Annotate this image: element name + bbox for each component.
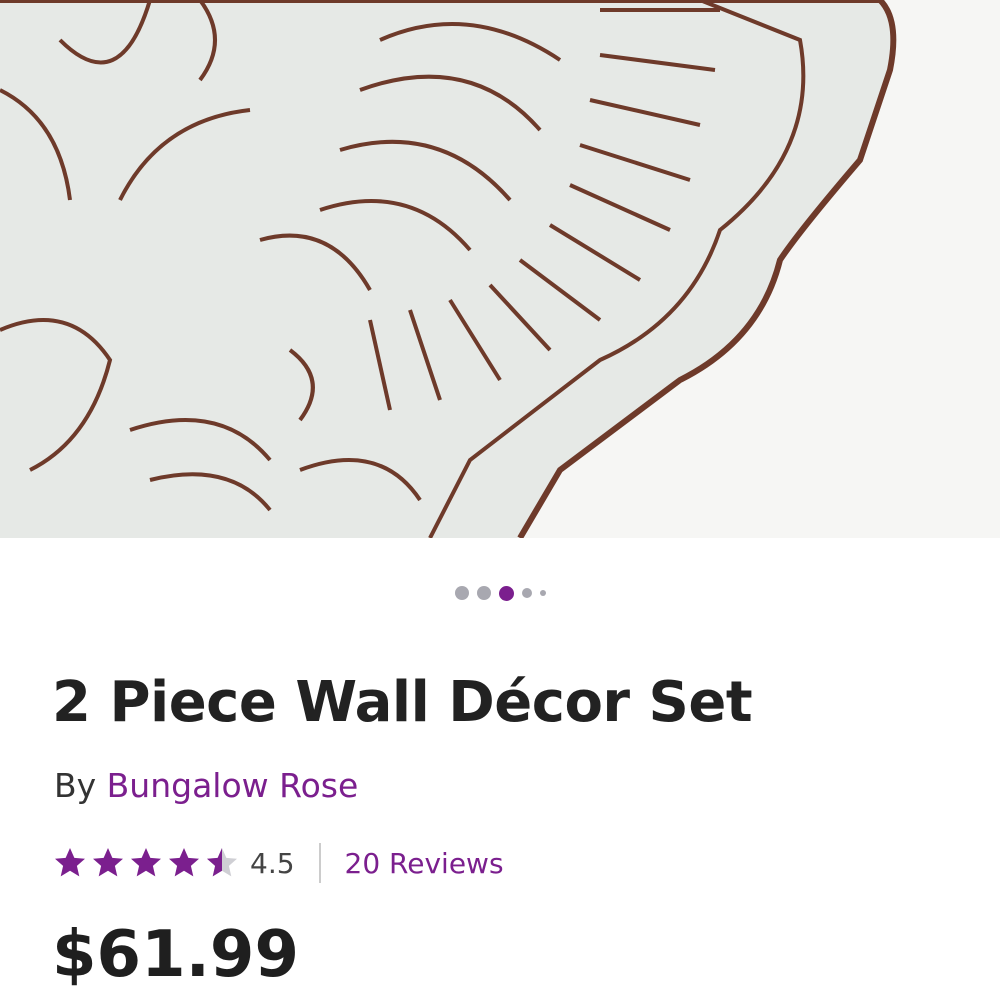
carousel-dot[interactable] — [521, 588, 532, 598]
rating-divider — [318, 843, 321, 883]
star-icon — [55, 848, 85, 877]
reviews-link[interactable]: 20 Reviews — [345, 847, 504, 880]
star-icon — [169, 848, 199, 877]
star-icon — [93, 848, 123, 877]
carousel-dot[interactable] — [476, 586, 491, 600]
rating-row: 4.5 20 Reviews — [52, 840, 504, 886]
star-rating[interactable] — [52, 845, 240, 881]
brand-link[interactable]: Bungalow Rose — [107, 766, 359, 805]
carousel-dot-active[interactable] — [498, 585, 514, 601]
rating-value: 4.5 — [250, 846, 295, 880]
by-label: By — [54, 766, 97, 805]
product-byline: By Bungalow Rose — [54, 766, 358, 805]
carousel-dot[interactable] — [454, 586, 469, 600]
carousel-dot[interactable] — [539, 590, 546, 596]
half-star-icon — [207, 848, 237, 877]
product-price: $61.99 — [52, 918, 299, 992]
carousel-indicator[interactable] — [0, 584, 1000, 602]
product-image[interactable] — [0, 0, 1000, 538]
product-photo-medallion — [0, 0, 1000, 538]
star-icon — [131, 848, 161, 877]
product-title: 2 Piece Wall Décor Set — [52, 670, 753, 735]
